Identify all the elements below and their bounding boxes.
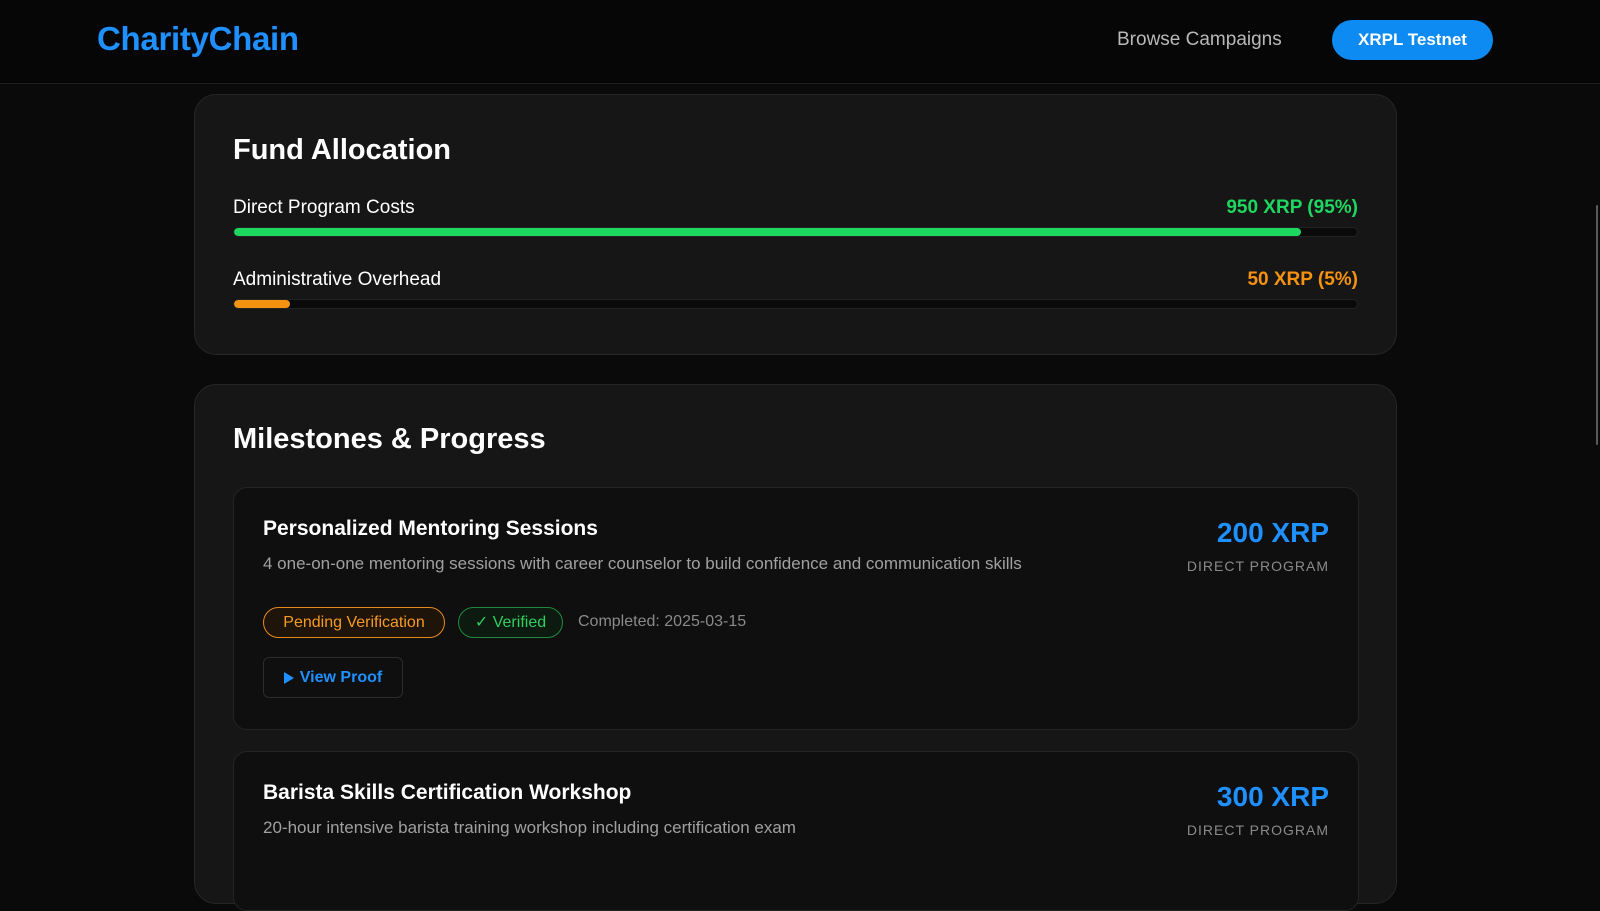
milestone-amount: 200 XRP bbox=[1216, 517, 1329, 548]
browse-campaigns-link[interactable]: Browse Campaigns bbox=[1117, 29, 1282, 51]
progress-bar-track bbox=[233, 299, 1358, 309]
allocation-value: 50 XRP (5%) bbox=[1247, 269, 1358, 290]
network-button[interactable]: XRPL Testnet bbox=[1332, 20, 1493, 60]
allocation-value: 950 XRP (95%) bbox=[1226, 197, 1358, 218]
milestone-item: Barista Skills Certification Workshop 20… bbox=[233, 751, 1359, 911]
milestones-title: Milestones & Progress bbox=[233, 423, 546, 455]
scrollbar-thumb[interactable] bbox=[1596, 205, 1598, 445]
completed-date: Completed: 2025-03-15 bbox=[578, 613, 747, 630]
brand-logo[interactable]: CharityChain bbox=[97, 20, 299, 58]
progress-bar-fill bbox=[234, 228, 1301, 236]
milestone-type: DIRECT PROGRAM bbox=[1186, 558, 1329, 574]
view-proof-label: View Proof bbox=[299, 668, 383, 686]
milestone-type: DIRECT PROGRAM bbox=[1186, 822, 1329, 838]
fund-allocation-card: Fund Allocation Direct Program Costs 950… bbox=[194, 94, 1397, 355]
fund-allocation-title: Fund Allocation bbox=[233, 134, 452, 166]
milestone-item: Personalized Mentoring Sessions 4 one-on… bbox=[233, 487, 1359, 730]
progress-bar-fill bbox=[234, 300, 291, 308]
milestone-title: Barista Skills Certification Workshop bbox=[263, 781, 632, 804]
milestone-amount: 300 XRP bbox=[1216, 781, 1329, 812]
milestone-description: 4 one-on-one mentoring sessions with car… bbox=[263, 554, 1022, 573]
milestones-card: Milestones & Progress Personalized Mento… bbox=[194, 384, 1397, 911]
allocation-label: Administrative Overhead bbox=[233, 269, 442, 290]
allocation-label: Direct Program Costs bbox=[233, 197, 415, 218]
milestone-title: Personalized Mentoring Sessions bbox=[263, 517, 598, 540]
verified-badge: ✓ Verified bbox=[458, 607, 563, 638]
allocation-row-direct: Direct Program Costs 950 XRP (95%) bbox=[233, 197, 1358, 247]
scrollbar[interactable] bbox=[1594, 84, 1600, 866]
play-icon bbox=[283, 671, 294, 684]
top-navigation-bar: CharityChain Browse Campaigns XRPL Testn… bbox=[0, 0, 1600, 84]
progress-bar-track bbox=[233, 227, 1358, 237]
pending-verification-badge: Pending Verification bbox=[263, 607, 445, 638]
allocation-row-overhead: Administrative Overhead 50 XRP (5%) bbox=[233, 269, 1358, 319]
view-proof-button[interactable]: View Proof bbox=[263, 657, 403, 698]
milestone-description: 20-hour intensive barista training works… bbox=[263, 818, 796, 837]
